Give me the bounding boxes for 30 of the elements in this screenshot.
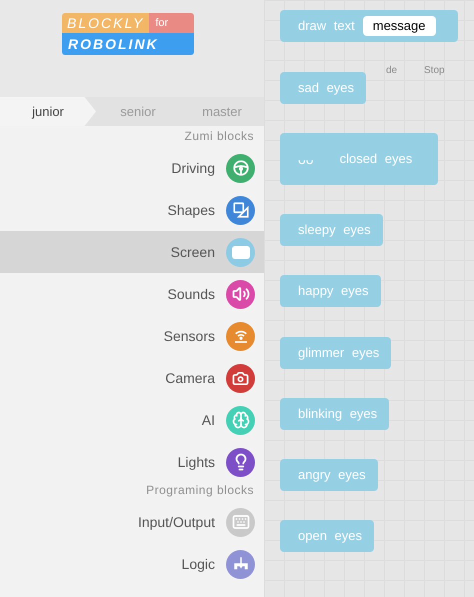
category-item[interactable]: Shapes [0, 189, 264, 231]
shapes-icon [232, 201, 250, 219]
category-item[interactable]: Screen [0, 231, 264, 273]
steering-wheel-icon [232, 159, 250, 177]
screen-icon [232, 246, 250, 258]
category-item[interactable]: Driving [0, 147, 264, 189]
closed-eyes-icon: ᴗᴗ [298, 148, 314, 170]
logo-text: BLOCKLY [62, 13, 150, 33]
camera-icon [232, 370, 249, 386]
block-label: draw text [298, 17, 355, 36]
category-item[interactable]: AI [0, 399, 264, 441]
keyboard-icon [232, 513, 250, 531]
category-item[interactable]: Input/Output [0, 501, 264, 543]
brain-icon [232, 411, 250, 429]
run-label: de [386, 64, 398, 78]
level-tab[interactable]: junior [0, 97, 96, 126]
logo-text: for [149, 13, 194, 33]
section-heading: Zumi blocks [184, 128, 255, 144]
stop-label: Stop [424, 64, 445, 78]
category-item[interactable]: Camera [0, 357, 264, 399]
code-block[interactable]: draw text message [280, 10, 458, 42]
category-item[interactable]: Logic [0, 543, 264, 585]
message-field[interactable]: message [362, 16, 436, 36]
speaker-icon [232, 285, 250, 303]
category-item[interactable]: Lights [0, 441, 264, 483]
category-item[interactable]: Sounds [0, 273, 264, 315]
logo-text: ROBOLINK [62, 33, 194, 55]
category-item[interactable]: Sensors [0, 315, 264, 357]
section-heading: Programing blocks [146, 482, 255, 498]
block-label: closed eyes [340, 150, 412, 168]
